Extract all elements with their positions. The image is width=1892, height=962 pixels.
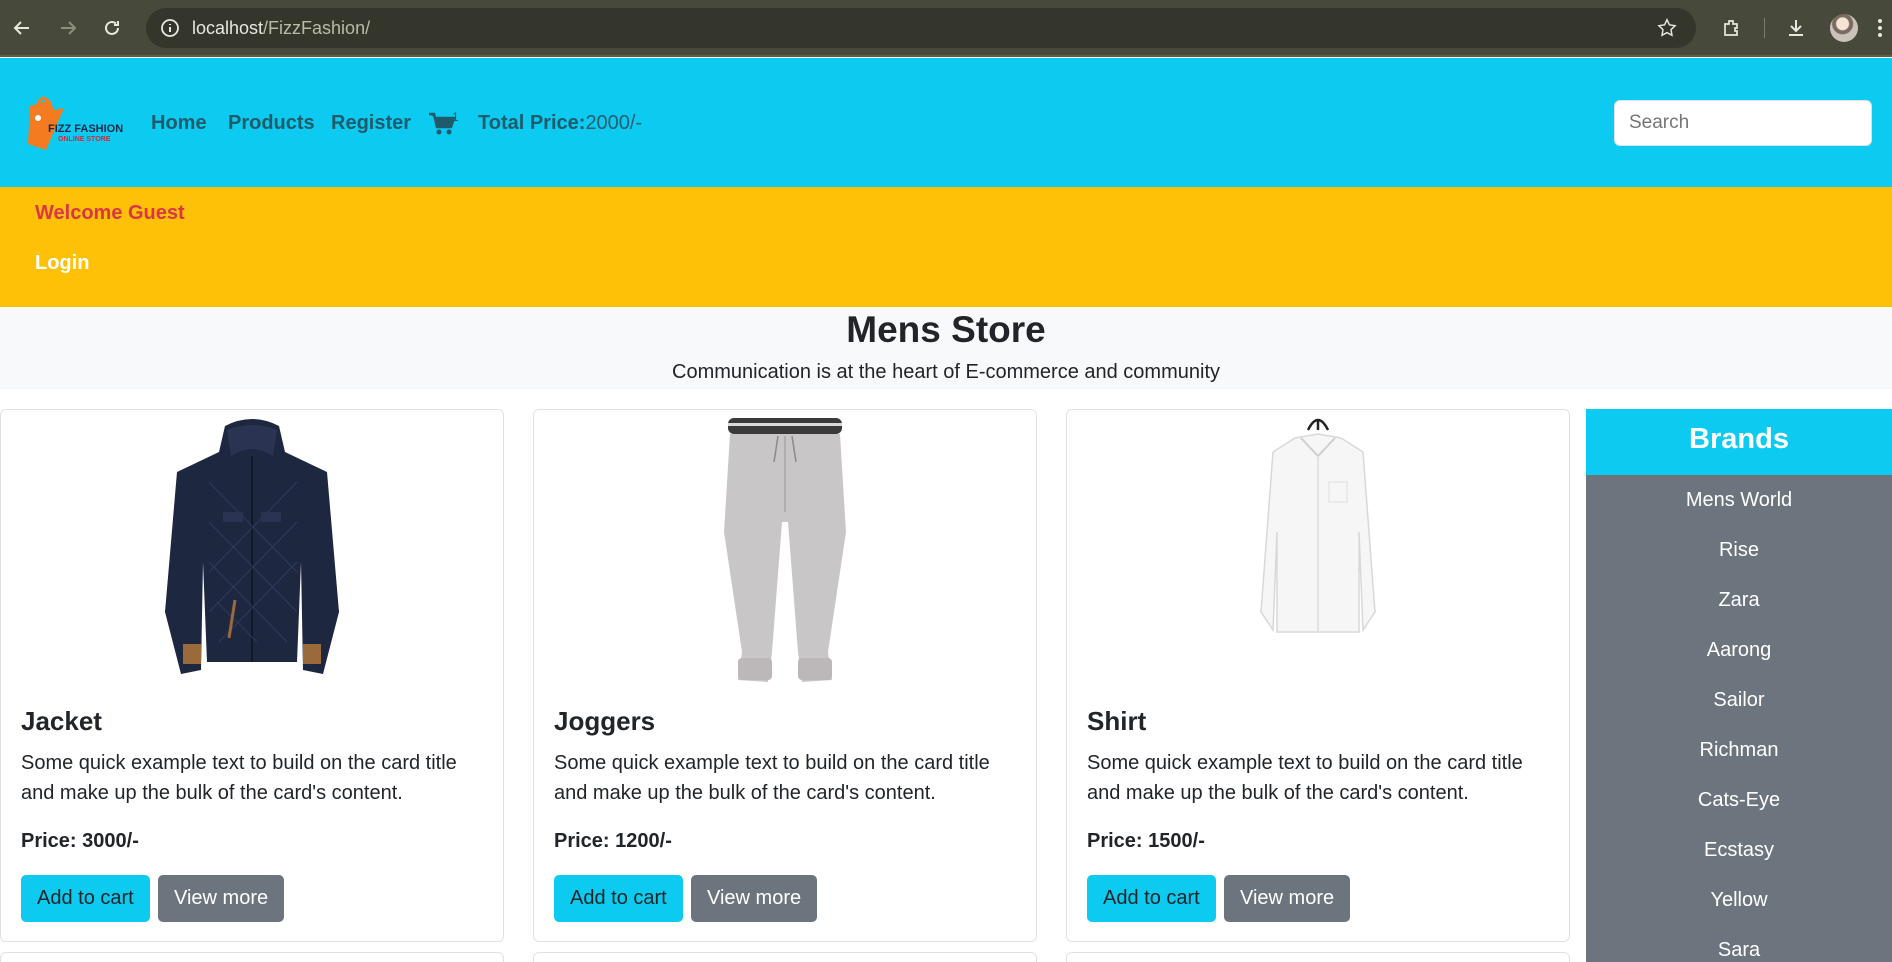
bookmark-star-icon[interactable] xyxy=(1656,17,1678,39)
brands-sidebar: Brands Mens World Rise Zara Aarong Sailo… xyxy=(1586,409,1892,962)
product-card-peek xyxy=(0,952,504,962)
nav-products-link[interactable]: Products xyxy=(228,112,315,135)
nav-home-link[interactable]: Home xyxy=(151,112,207,135)
logo-subtext: ONLINE STORE xyxy=(58,136,111,143)
back-icon[interactable] xyxy=(8,14,36,42)
toolbar-divider xyxy=(1764,18,1765,38)
brands-heading: Brands xyxy=(1586,409,1892,475)
view-more-button[interactable]: View more xyxy=(158,875,285,922)
product-price: Price: 1500/- xyxy=(1087,830,1205,852)
welcome-guest-text: Welcome Guest xyxy=(35,202,185,224)
site-navbar: FIZZ FASHION ONLINE STORE Home Products … xyxy=(0,58,1892,187)
product-title: Jacket xyxy=(21,706,102,736)
hero-section: Mens Store Communication is at the heart… xyxy=(0,307,1892,389)
product-card-shirt: Shirt Some quick example text to build o… xyxy=(1066,409,1570,942)
brand-link[interactable]: Zara xyxy=(1586,589,1892,612)
jacket-image[interactable] xyxy=(117,412,387,688)
shirt-image[interactable] xyxy=(1183,412,1453,688)
product-card-joggers: Joggers Some quick example text to build… xyxy=(533,409,1037,942)
view-more-button[interactable]: View more xyxy=(1224,875,1351,922)
reload-icon[interactable] xyxy=(98,14,126,42)
product-price: Price: 1200/- xyxy=(554,830,672,852)
add-to-cart-button[interactable]: Add to cart xyxy=(1087,875,1216,922)
brand-link[interactable]: Ecstasy xyxy=(1586,839,1892,862)
brand-link[interactable]: Rise xyxy=(1586,539,1892,562)
product-card-peek xyxy=(1066,952,1570,962)
product-price: Price: 3000/- xyxy=(21,830,139,852)
login-link[interactable]: Login xyxy=(35,252,89,275)
total-price-value: 2000/- xyxy=(585,112,643,134)
brand-link[interactable]: Aarong xyxy=(1586,639,1892,662)
search-input[interactable] xyxy=(1614,100,1872,146)
site-info-icon[interactable] xyxy=(160,18,180,38)
product-description: Some quick example text to build on the … xyxy=(554,752,990,804)
browser-toolbar: localhost/FizzFashion/ xyxy=(0,0,1892,57)
brand-link[interactable]: Sara xyxy=(1586,939,1892,962)
product-description: Some quick example text to build on the … xyxy=(21,752,457,804)
welcome-bar: Welcome Guest Login xyxy=(0,187,1892,307)
url-text: localhost/FizzFashion/ xyxy=(192,18,371,38)
add-to-cart-button[interactable]: Add to cart xyxy=(554,875,683,922)
fizz-fashion-logo[interactable]: FIZZ FASHION ONLINE STORE xyxy=(24,92,128,154)
extensions-icon[interactable] xyxy=(1718,14,1746,42)
add-to-cart-button[interactable]: Add to cart xyxy=(21,875,150,922)
page-title: Mens Store xyxy=(846,309,1046,350)
nav-register-link[interactable]: Register xyxy=(331,112,411,135)
joggers-image[interactable] xyxy=(650,412,920,688)
brand-link[interactable]: Richman xyxy=(1586,739,1892,762)
cart-count-badge: 1 xyxy=(452,110,459,124)
view-more-button[interactable]: View more xyxy=(691,875,818,922)
brand-link[interactable]: Sailor xyxy=(1586,689,1892,712)
product-card-peek xyxy=(533,952,1037,962)
menu-kebab-icon[interactable] xyxy=(1872,14,1888,42)
logo-text: FIZZ FASHION xyxy=(48,123,123,135)
page-subtitle: Communication is at the heart of E-comme… xyxy=(672,361,1220,383)
product-title: Joggers xyxy=(554,706,656,736)
forward-icon[interactable] xyxy=(54,14,82,42)
download-icon[interactable] xyxy=(1782,14,1810,42)
brand-link[interactable]: Cats-Eye xyxy=(1586,789,1892,812)
address-bar[interactable]: localhost/FizzFashion/ xyxy=(146,8,1696,48)
brand-link[interactable]: Mens World xyxy=(1586,489,1892,512)
profile-avatar[interactable] xyxy=(1830,14,1858,42)
product-card-jacket: Jacket Some quick example text to build … xyxy=(0,409,504,942)
total-price: Total Price:2000/- xyxy=(478,112,642,135)
total-price-label: Total Price: xyxy=(478,112,586,134)
brand-link[interactable]: Yellow xyxy=(1586,889,1892,912)
product-description: Some quick example text to build on the … xyxy=(1087,752,1523,804)
product-title: Shirt xyxy=(1087,706,1147,736)
